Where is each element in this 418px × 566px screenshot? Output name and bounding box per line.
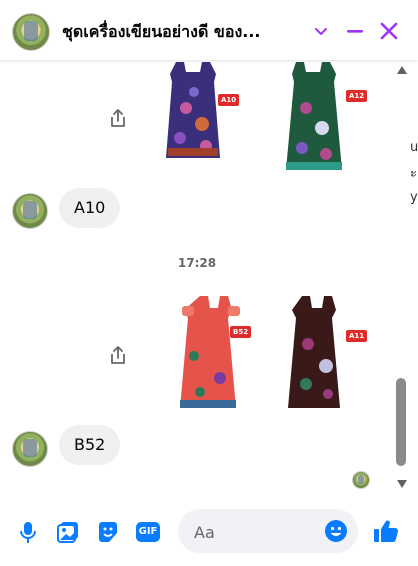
product-tag: A11 [346,330,368,342]
background-text-fragment: u [410,140,418,155]
share-icon[interactable] [108,107,128,129]
thumbs-up-icon[interactable] [372,517,400,545]
message-bubble[interactable]: B52 [59,425,121,465]
minimize-icon[interactable] [342,18,368,44]
scroll-thumb[interactable] [396,378,406,466]
seen-indicator-avatar [352,471,370,489]
product-tag: A12 [346,90,368,102]
message-input[interactable] [192,509,324,555]
sender-avatar[interactable] [12,431,48,467]
gif-icon[interactable]: GIF [134,518,162,546]
contact-avatar[interactable] [12,13,50,51]
timestamp: 17:28 [177,256,217,270]
chat-header: ชุดเครื่องเขียนอย่างดี ของ... [0,0,418,60]
scrollbar[interactable] [394,60,410,500]
product-image[interactable]: A11 [264,296,370,412]
photo-icon[interactable] [54,518,82,546]
message-bubble[interactable]: A10 [59,188,121,228]
microphone-icon[interactable] [14,518,42,546]
product-image[interactable]: B52 [160,296,266,412]
scroll-down-arrow-icon[interactable] [397,480,407,488]
product-image[interactable]: A12 [262,58,368,174]
product-image[interactable]: A10 [140,58,246,174]
chat-title[interactable]: ชุดเครื่องเขียนอย่างดี ของ... [62,20,302,45]
share-icon[interactable] [108,344,128,366]
sender-avatar[interactable] [12,193,48,229]
close-icon[interactable] [376,18,402,44]
emoji-icon[interactable] [324,519,348,543]
message-input-wrapper [178,509,358,555]
sticker-icon[interactable] [94,518,122,546]
chevron-down-icon[interactable] [308,18,334,44]
scroll-up-arrow-icon[interactable] [397,66,407,74]
background-text-fragment: ะ [410,166,417,181]
gif-label: GIF [138,526,158,537]
message-composer: GIF [0,500,418,566]
product-tag: A10 [218,94,240,106]
background-text-fragment: y [410,190,418,205]
product-tag: B52 [230,326,252,338]
